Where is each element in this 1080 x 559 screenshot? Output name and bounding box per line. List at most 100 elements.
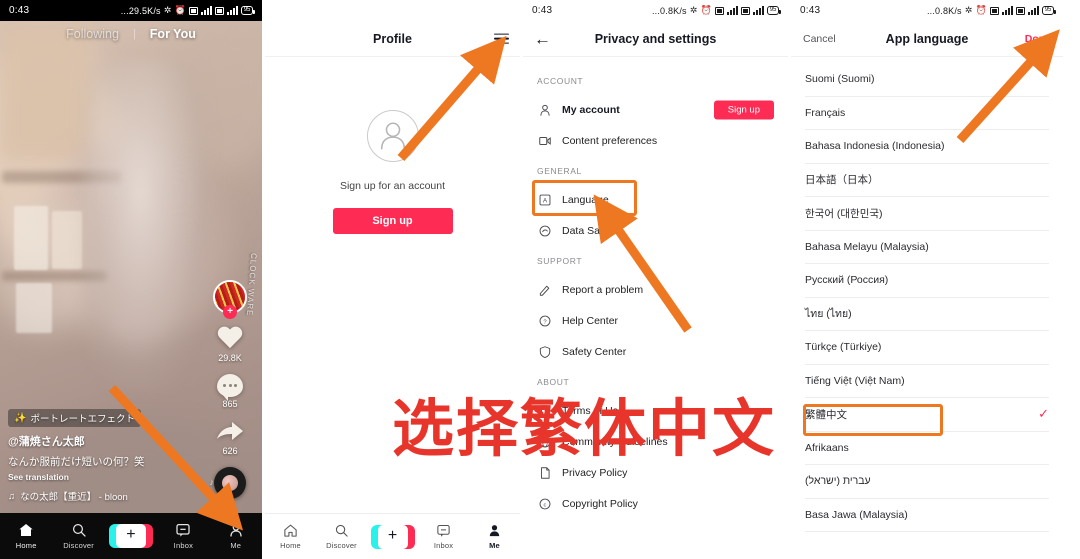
- settings-row-report-a-problem[interactable]: Report a problem: [523, 274, 788, 305]
- language-icon: A: [537, 192, 552, 207]
- tabbar-item-inbox[interactable]: Inbox: [420, 523, 468, 550]
- alarm-icon: ⏰: [700, 5, 712, 15]
- see-translation-link[interactable]: See translation: [8, 472, 186, 482]
- language-label: Türkçe (Türkiye): [805, 341, 882, 354]
- language-list: Suomi (Suomi) Français Bahasa Indonesia …: [791, 57, 1063, 532]
- settings-row-language[interactable]: A Language: [523, 184, 788, 215]
- heart-icon[interactable]: [217, 325, 244, 351]
- tabbar-item-discover[interactable]: Discover: [318, 523, 366, 550]
- video-caption: ✨ ポートレートエフェクト @蒲焼さん太郎 なんか服前だけ短いの何？笑 See …: [8, 408, 186, 504]
- language-item-afrikaans[interactable]: Afrikaans: [805, 432, 1049, 465]
- tabbar-item-create[interactable]: +: [369, 524, 417, 549]
- feed-tabs: Following | For You: [0, 27, 262, 41]
- language-item-korean[interactable]: 한국어 (대한민국): [805, 197, 1049, 231]
- language-label: Basa Jawa (Malaysia): [805, 508, 908, 521]
- avatar[interactable]: [366, 110, 419, 162]
- create-plus-icon[interactable]: +: [108, 524, 153, 548]
- settings-label: Terms of Use: [562, 404, 624, 417]
- signup-button[interactable]: Sign up: [332, 208, 453, 234]
- tabbar-label-me: Me: [230, 541, 242, 550]
- avatar[interactable]: +: [213, 280, 247, 319]
- status-bar-language: 0:43 ...0.8K/s ✲ ⏰ 95: [791, 0, 1063, 21]
- effect-chip[interactable]: ✨ ポートレートエフェクト: [8, 409, 141, 427]
- phone-panel-app-language: 0:43 ...0.8K/s ✲ ⏰ 95 Cancel App languag…: [791, 0, 1063, 559]
- create-plus-icon[interactable]: +: [370, 524, 415, 549]
- music-disc-button[interactable]: [214, 467, 246, 499]
- tabbar-item-me[interactable]: Me: [471, 523, 519, 550]
- battery-icon: 95: [240, 6, 256, 15]
- video-feed[interactable]: Following | For You CLOCK WARE + 29.8K 8…: [0, 21, 262, 559]
- settings-row-privacy-policy[interactable]: Privacy Policy: [523, 457, 788, 488]
- phone-panel-profile: Profile Sign up for an account Sign up H…: [265, 0, 520, 559]
- caption-username[interactable]: @蒲焼さん太郎: [8, 433, 186, 449]
- share-arrow-icon[interactable]: [215, 420, 245, 444]
- language-item-turkish[interactable]: Türkçe (Türkiye): [805, 331, 1049, 365]
- data-saver-icon: [537, 223, 552, 238]
- document-icon: [537, 465, 552, 480]
- copyright-icon: c: [537, 496, 552, 511]
- language-item-japanese[interactable]: 日本語（日本）: [805, 164, 1049, 197]
- language-item-francais[interactable]: Français: [805, 97, 1049, 130]
- language-label: Afrikaans: [805, 441, 849, 454]
- language-item-hebrew[interactable]: עברית (ישראל): [805, 465, 1049, 499]
- tabbar-item-home[interactable]: Home: [2, 522, 50, 550]
- comment-bubble-icon[interactable]: [217, 374, 243, 401]
- music-disc-icon[interactable]: [214, 467, 246, 499]
- section-header-support: SUPPORT: [537, 256, 583, 266]
- caption-music[interactable]: ♫ なの太郎【重近】 - bloon: [8, 489, 186, 504]
- shield-icon: [537, 344, 552, 359]
- language-item-russian[interactable]: Русский (Россия): [805, 264, 1049, 298]
- back-arrow-icon[interactable]: ←: [534, 30, 551, 47]
- language-item-bahasa-indonesia[interactable]: Bahasa Indonesia (Indonesia): [805, 130, 1049, 164]
- settings-row-terms-of-use[interactable]: Terms of Use: [523, 395, 788, 426]
- cancel-button[interactable]: Cancel: [803, 33, 836, 45]
- bluetooth-icon: ✲: [163, 5, 172, 15]
- share-button[interactable]: 626: [215, 420, 245, 456]
- hamburger-menu-icon[interactable]: [494, 30, 509, 47]
- settings-row-data-saver[interactable]: Data Saver: [523, 215, 788, 246]
- effect-label: ポートレートエフェクト: [30, 414, 135, 425]
- like-button[interactable]: 29.8K: [217, 325, 244, 363]
- language-item-vietnamese[interactable]: Tiếng Việt (Việt Nam): [805, 365, 1049, 398]
- settings-row-community-guidelines[interactable]: Community Guidelines: [523, 426, 788, 457]
- follow-plus-icon[interactable]: +: [223, 305, 237, 319]
- settings-label: Content preferences: [562, 134, 658, 147]
- settings-row-my-account[interactable]: My account Sign up: [523, 94, 788, 125]
- phone-panel-settings: 0:43 ...0.8K/s ✲ ⏰ 95 ← Privacy and sett…: [523, 0, 788, 559]
- tabbar-item-create[interactable]: +: [107, 524, 155, 548]
- status-bar-feed: 0:43 ...29.5K/s ✲ ⏰ 95: [0, 0, 262, 21]
- language-item-bahasa-melayu[interactable]: Bahasa Melayu (Malaysia): [805, 231, 1049, 264]
- language-item-traditional-chinese[interactable]: 繁體中文 ✓: [805, 398, 1049, 432]
- settings-row-safety-center[interactable]: Safety Center: [523, 336, 788, 367]
- content-preferences-icon: [537, 133, 552, 148]
- page-title: Privacy and settings: [594, 31, 717, 46]
- tabbar-label-inbox: Inbox: [173, 541, 194, 550]
- page-title: App language: [885, 31, 969, 46]
- signup-button[interactable]: Sign up: [713, 100, 774, 119]
- status-icons: ...0.8K/s ✲ ⏰ 95: [652, 5, 782, 16]
- language-label: 日本語（日本）: [805, 174, 879, 187]
- tabbar-item-discover[interactable]: Discover: [55, 522, 103, 550]
- status-bar-settings: 0:43 ...0.8K/s ✲ ⏰ 95: [523, 0, 788, 21]
- tabbar-item-me[interactable]: Me: [212, 522, 260, 550]
- music-title: なの太郎【重近】 - bloon: [20, 492, 128, 503]
- network-speed: ...0.8K/s: [926, 5, 962, 16]
- language-item-basa-jawa[interactable]: Basa Jawa (Malaysia): [805, 499, 1049, 532]
- tab-for-you[interactable]: For You: [150, 27, 196, 41]
- tab-following[interactable]: Following: [66, 27, 119, 41]
- signal2-icon: [226, 6, 238, 15]
- tabbar-item-inbox[interactable]: Inbox: [159, 522, 207, 550]
- language-item-thai[interactable]: ไทย (ไทย): [805, 298, 1049, 331]
- settings-row-copyright-policy[interactable]: c Copyright Policy: [523, 488, 788, 519]
- settings-row-help-center[interactable]: ? Help Center: [523, 305, 788, 336]
- tabbar-item-home[interactable]: Home: [267, 523, 315, 550]
- person-placeholder-icon: [380, 122, 405, 150]
- language-label: ไทย (ไทย): [805, 308, 852, 321]
- community-icon: [537, 434, 552, 449]
- settings-row-content-preferences[interactable]: Content preferences: [523, 125, 788, 156]
- done-button[interactable]: Done: [1025, 33, 1051, 45]
- avatar-follow[interactable]: +: [213, 280, 247, 319]
- language-item-suomi[interactable]: Suomi (Suomi): [805, 63, 1049, 97]
- search-icon: [72, 523, 86, 537]
- comment-button[interactable]: 865: [217, 374, 243, 409]
